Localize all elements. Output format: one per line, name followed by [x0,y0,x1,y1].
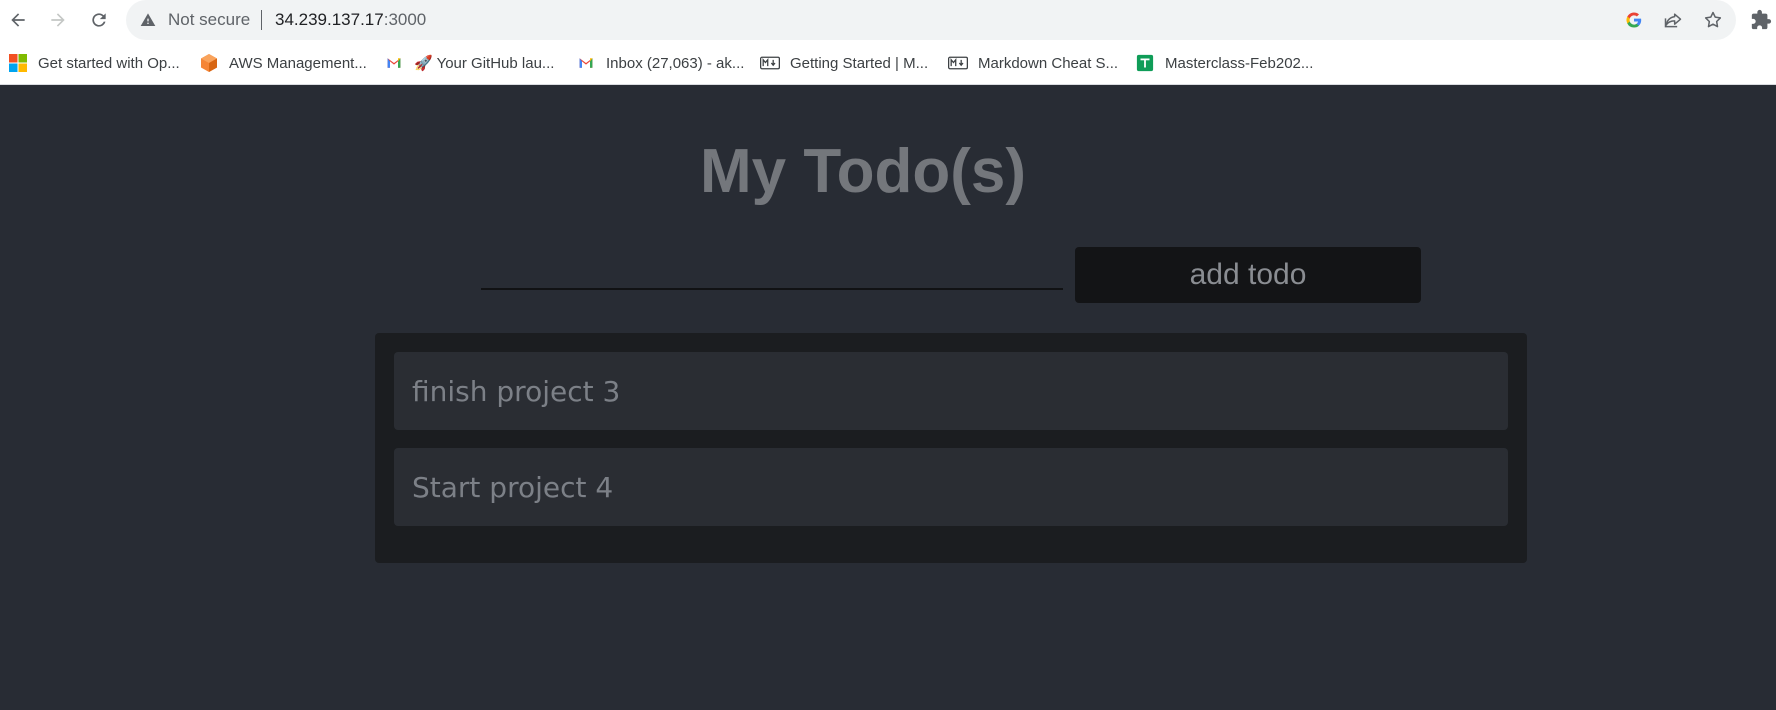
bookmark-item[interactable]: Inbox (27,063) - ak... [576,53,744,73]
arrow-left-icon [11,13,25,27]
todo-item-text: Start project 4 [412,471,614,504]
url-port: :3000 [383,10,427,29]
bookmark-label: Markdown Cheat S... [978,54,1119,72]
bookmark-item[interactable]: Masterclass-Feb202... [1135,53,1313,73]
reload-button[interactable] [85,6,113,34]
add-todo-button[interactable]: add todo [1075,247,1421,303]
todo-input[interactable] [481,248,1063,290]
warning-icon [140,13,156,26]
bookmark-item[interactable]: Markdown Cheat S... [948,53,1118,73]
todo-item[interactable]: Start project 4 [394,448,1508,526]
bookmark-label: AWS Management... [229,54,367,72]
gmail-icon [576,53,596,73]
security-label[interactable]: Not secure [168,10,250,30]
bookmark-label: Getting Started | M... [790,54,929,72]
gmail-icon [384,53,404,73]
google-lens-button[interactable] [1624,10,1644,30]
share-button[interactable] [1663,10,1683,30]
aws-icon [199,53,219,73]
bookmark-item[interactable]: Getting Started | M... [760,53,928,73]
bookmark-label: Masterclass-Feb202... [1165,54,1314,72]
bookmark-label: Get started with Op... [38,54,180,72]
todo-app: My Todo(s) add todo finish project 3 Sta… [0,86,1776,710]
google-sheets-icon [1135,53,1155,73]
todo-item-text: finish project 3 [412,375,621,408]
markdown-icon [948,53,968,73]
reload-icon [92,13,106,27]
todo-list: finish project 3 Start project 4 [375,333,1527,563]
page-title: My Todo(s) [700,137,1027,206]
star-icon [1704,11,1722,28]
puzzle-icon[interactable] [1750,9,1772,31]
bookmarks-bar: Get started with Op... AWS Management...… [0,40,1776,85]
back-button[interactable] [4,6,32,34]
forward-button[interactable] [44,6,72,34]
arrow-right-icon [51,13,65,27]
todo-item[interactable]: finish project 3 [394,352,1508,430]
bookmark-label: 🚀 Your GitHub lau... [414,55,555,72]
bookmark-label: Inbox (27,063) - ak... [606,54,745,72]
bookmark-item[interactable]: AWS Management... [199,53,367,73]
omnibox-separator [261,10,262,30]
bookmark-star-button[interactable] [1703,10,1723,30]
share-icon [1664,13,1682,28]
bookmark-item[interactable]: 🚀 Your GitHub lau... [384,53,554,73]
microsoft-icon [8,53,28,73]
url-text[interactable]: 34.239.137.17:3000 [275,10,426,30]
google-icon [1626,12,1642,28]
browser-toolbar: Not secure 34.239.137.17:3000 [0,0,1776,40]
bookmark-item[interactable]: Get started with Op... [8,53,180,73]
address-bar[interactable]: Not secure 34.239.137.17:3000 [126,0,1736,40]
markdown-icon [760,53,780,73]
url-host: 34.239.137.17 [275,10,384,29]
